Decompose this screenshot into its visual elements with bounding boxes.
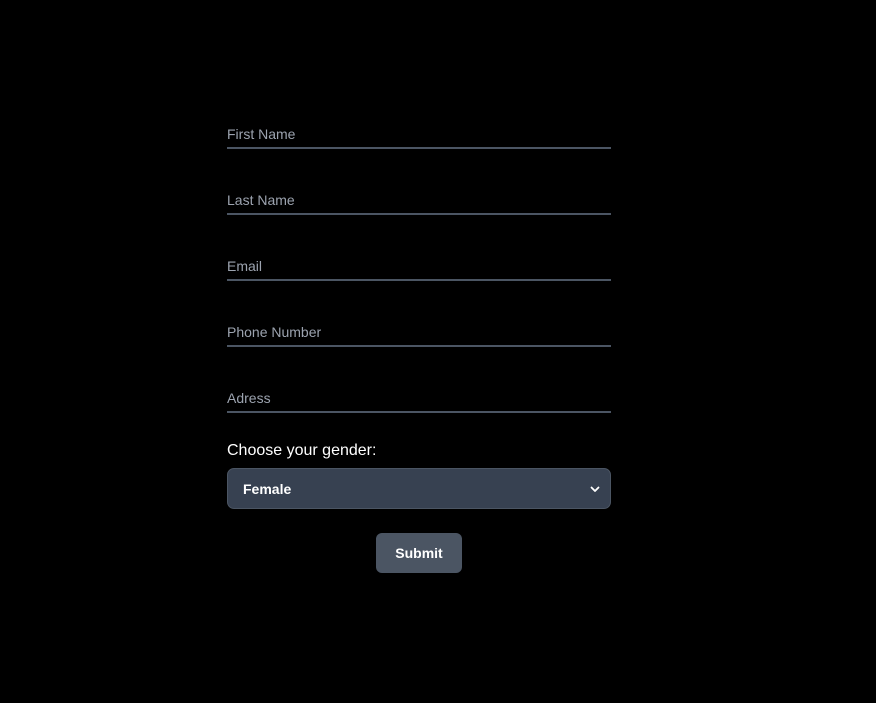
email-input[interactable] <box>227 244 611 281</box>
submit-button[interactable]: Submit <box>376 533 462 573</box>
first-name-field-wrap <box>227 112 611 150</box>
gender-select-value: Female <box>243 480 292 497</box>
phone-field-wrap <box>227 310 611 348</box>
address-field-wrap <box>227 376 611 414</box>
gender-select[interactable]: Female <box>227 468 611 509</box>
first-name-input[interactable] <box>227 112 611 149</box>
phone-number-input[interactable] <box>227 310 611 347</box>
last-name-input[interactable] <box>227 178 611 215</box>
signup-form: Choose your gender: Female Submit <box>227 112 611 573</box>
last-name-field-wrap <box>227 178 611 216</box>
gender-label: Choose your gender: <box>227 442 377 459</box>
address-input[interactable] <box>227 376 611 413</box>
email-field-wrap <box>227 244 611 282</box>
submit-row: Submit <box>227 533 611 573</box>
gender-select-wrap: Female <box>227 468 611 509</box>
chevron-down-icon <box>590 484 600 494</box>
